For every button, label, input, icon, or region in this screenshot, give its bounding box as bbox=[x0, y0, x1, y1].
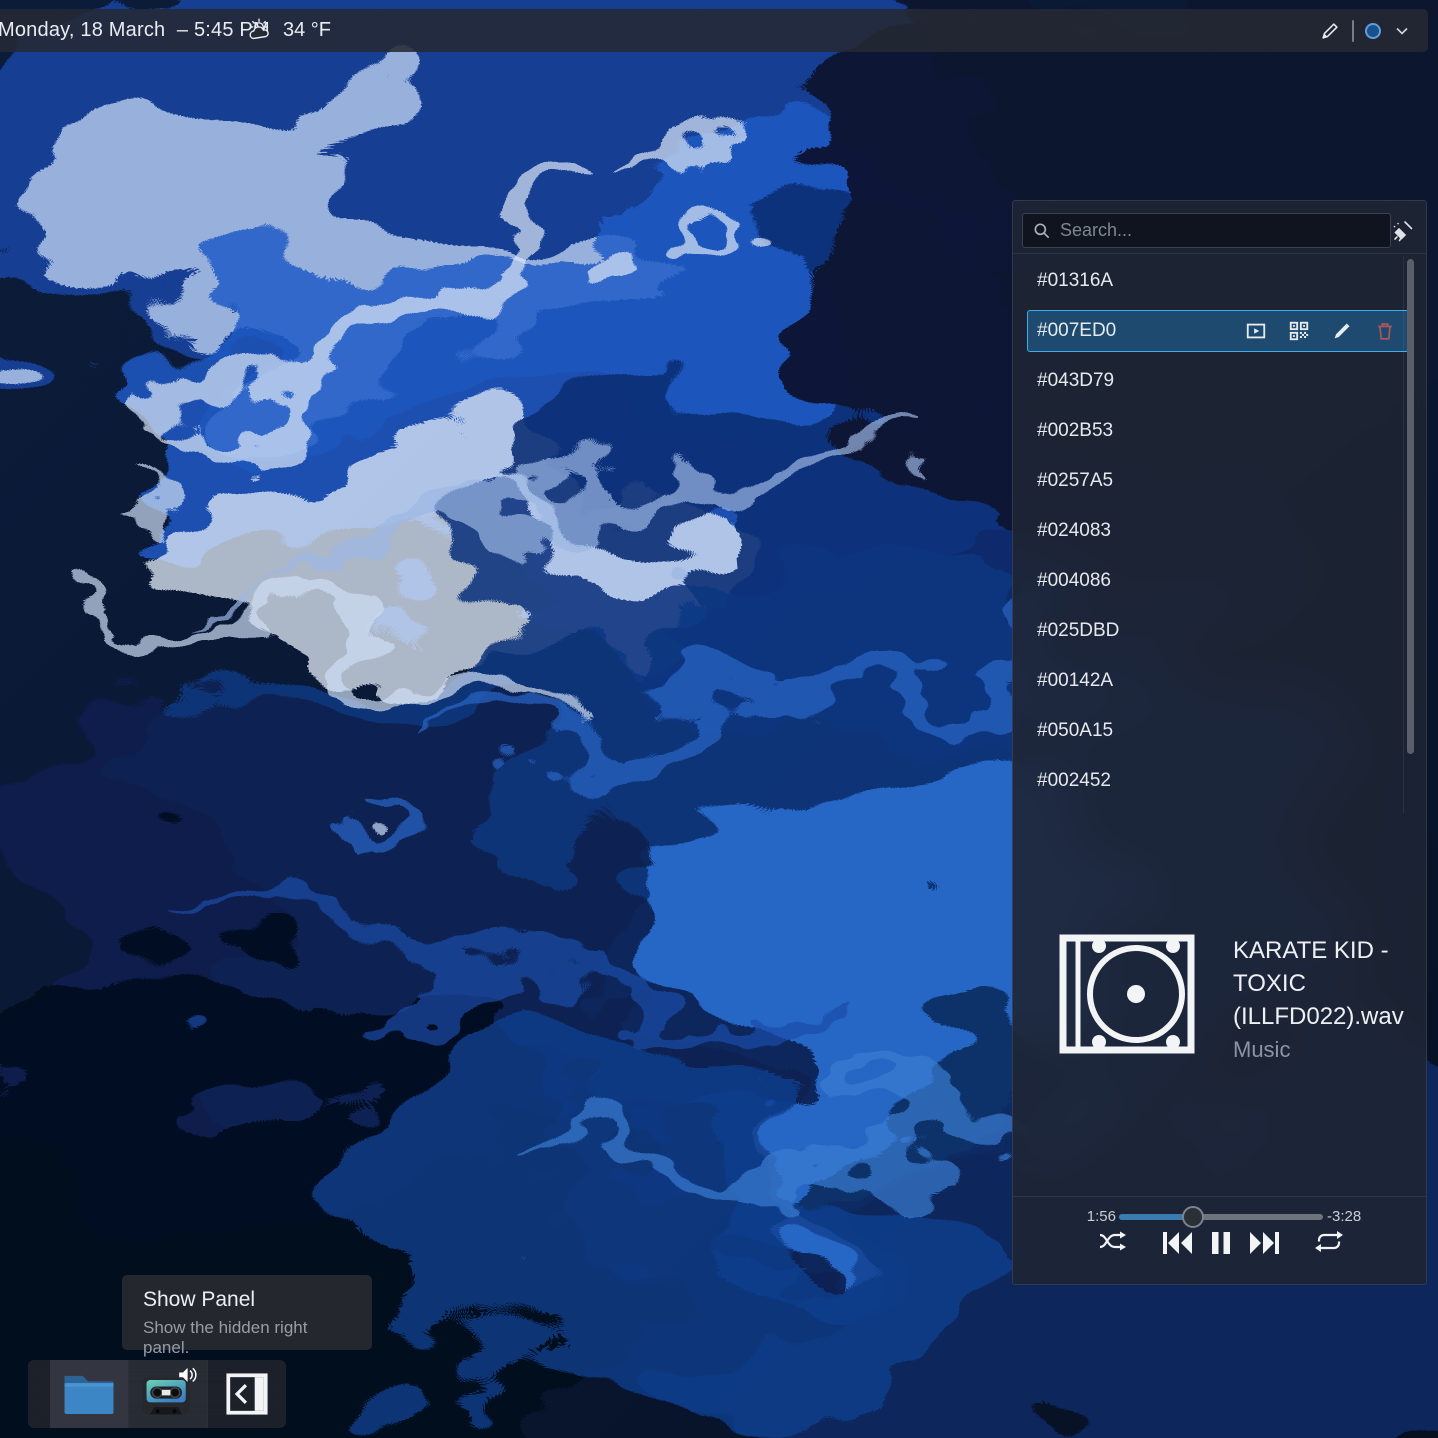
topbar-right-icons bbox=[1319, 20, 1412, 42]
clipboard-item-label: #007ED0 bbox=[1037, 320, 1116, 342]
seek-slider[interactable] bbox=[1119, 1214, 1323, 1220]
skip-forward-icon[interactable] bbox=[1249, 1230, 1281, 1256]
album-disc-icon bbox=[1059, 934, 1195, 1054]
media-text: KARATE KID - TOXIC (ILLFD022).wav Music bbox=[1233, 934, 1409, 1065]
clipboard-item-label: #0257A5 bbox=[1037, 470, 1113, 492]
pause-icon[interactable] bbox=[1210, 1230, 1232, 1256]
chevron-down-icon[interactable] bbox=[1392, 21, 1412, 41]
cassette-icon bbox=[137, 1366, 199, 1422]
clipboard-item-label: #024083 bbox=[1037, 520, 1111, 542]
clipboard-item[interactable]: #025DBD bbox=[1027, 606, 1412, 656]
topbar-separator bbox=[1352, 20, 1354, 42]
clipboard-item-label: #002B53 bbox=[1037, 420, 1113, 442]
time-elapsed: 1:56 bbox=[1068, 1208, 1116, 1225]
media-info: KARATE KID - TOXIC (ILLFD022).wav Music bbox=[1059, 934, 1409, 1065]
player-controls: 1:56 -3:28 bbox=[1013, 1196, 1426, 1286]
clipboard-item[interactable]: #002452 bbox=[1027, 756, 1412, 793]
seek-row: 1:56 -3:28 bbox=[1013, 1205, 1426, 1229]
clipboard-list: #01316A bbox=[1013, 256, 1426, 793]
clipboard-item-label: #01316A bbox=[1037, 270, 1113, 292]
panel-toggle-icon bbox=[225, 1372, 269, 1416]
scrollbar-track bbox=[1403, 256, 1404, 813]
clipboard-item-label: #00142A bbox=[1037, 670, 1113, 692]
clipboard-item[interactable]: #050A15 bbox=[1027, 706, 1412, 756]
taskbar-item-audio-player[interactable] bbox=[129, 1360, 207, 1428]
taskbar bbox=[28, 1360, 286, 1428]
sun-behind-cloud-icon bbox=[247, 18, 275, 44]
qr-code-icon[interactable] bbox=[1288, 320, 1310, 342]
scrollbar-handle[interactable] bbox=[1407, 259, 1414, 754]
invoke-action-icon[interactable] bbox=[1245, 320, 1267, 342]
clipboard-item-label: #004086 bbox=[1037, 570, 1111, 592]
clipboard-item[interactable]: #002B53 bbox=[1027, 406, 1412, 456]
taskbar-item-show-panel[interactable] bbox=[208, 1360, 286, 1428]
search-row bbox=[1013, 201, 1426, 254]
seek-slider-handle[interactable] bbox=[1182, 1206, 1204, 1228]
clipboard-item-label: #050A15 bbox=[1037, 720, 1113, 742]
color-swatch-icon[interactable] bbox=[1365, 23, 1381, 39]
search-input[interactable] bbox=[1060, 220, 1381, 241]
weather-widget[interactable]: 34 °F bbox=[247, 18, 331, 44]
tooltip-subtitle: Show the hidden right panel. bbox=[143, 1318, 351, 1358]
clipboard-item-label: #002452 bbox=[1037, 770, 1111, 792]
blue-folder-icon bbox=[60, 1370, 118, 1418]
media-subtitle: Music bbox=[1233, 1035, 1409, 1065]
top-panel: Monday, 18 March – 5:45 PM 34 °F bbox=[0, 9, 1428, 52]
delete-icon[interactable] bbox=[1374, 320, 1396, 342]
clipboard-item[interactable]: #004086 bbox=[1027, 556, 1412, 606]
clipboard-item[interactable]: #043D79 bbox=[1027, 356, 1412, 406]
broom-icon[interactable] bbox=[1390, 218, 1416, 244]
taskbar-item-file-manager[interactable] bbox=[50, 1360, 128, 1428]
clipboard-popup: #01316A bbox=[1012, 200, 1427, 1285]
edit-icon[interactable] bbox=[1331, 320, 1353, 342]
clipboard-item[interactable]: #024083 bbox=[1027, 506, 1412, 556]
time-remaining: -3:28 bbox=[1327, 1208, 1361, 1225]
tooltip: Show Panel Show the hidden right panel. bbox=[122, 1275, 372, 1350]
weather-temp: 34 °F bbox=[283, 19, 331, 42]
media-title: KARATE KID - TOXIC (ILLFD022).wav bbox=[1233, 934, 1409, 1033]
clock-widget[interactable]: Monday, 18 March – 5:45 PM bbox=[0, 19, 270, 42]
clipboard-item-label: #043D79 bbox=[1037, 370, 1114, 392]
pen-icon[interactable] bbox=[1319, 20, 1341, 42]
clipboard-item-actions bbox=[1245, 320, 1402, 342]
tooltip-title: Show Panel bbox=[143, 1288, 351, 1312]
clipboard-item[interactable]: #007ED0 bbox=[1027, 310, 1412, 352]
skip-backward-icon[interactable] bbox=[1161, 1230, 1193, 1256]
clipboard-item-label: #025DBD bbox=[1037, 620, 1119, 642]
search-icon bbox=[1032, 221, 1052, 241]
clipboard-item[interactable]: #00142A bbox=[1027, 656, 1412, 706]
search-box[interactable] bbox=[1022, 213, 1391, 248]
desktop: Monday, 18 March – 5:45 PM 34 °F bbox=[0, 0, 1438, 1438]
shuffle-icon[interactable] bbox=[1098, 1230, 1128, 1252]
clipboard-item[interactable]: #01316A bbox=[1027, 256, 1412, 306]
repeat-icon[interactable] bbox=[1314, 1230, 1344, 1253]
clipboard-item[interactable]: #0257A5 bbox=[1027, 456, 1412, 506]
